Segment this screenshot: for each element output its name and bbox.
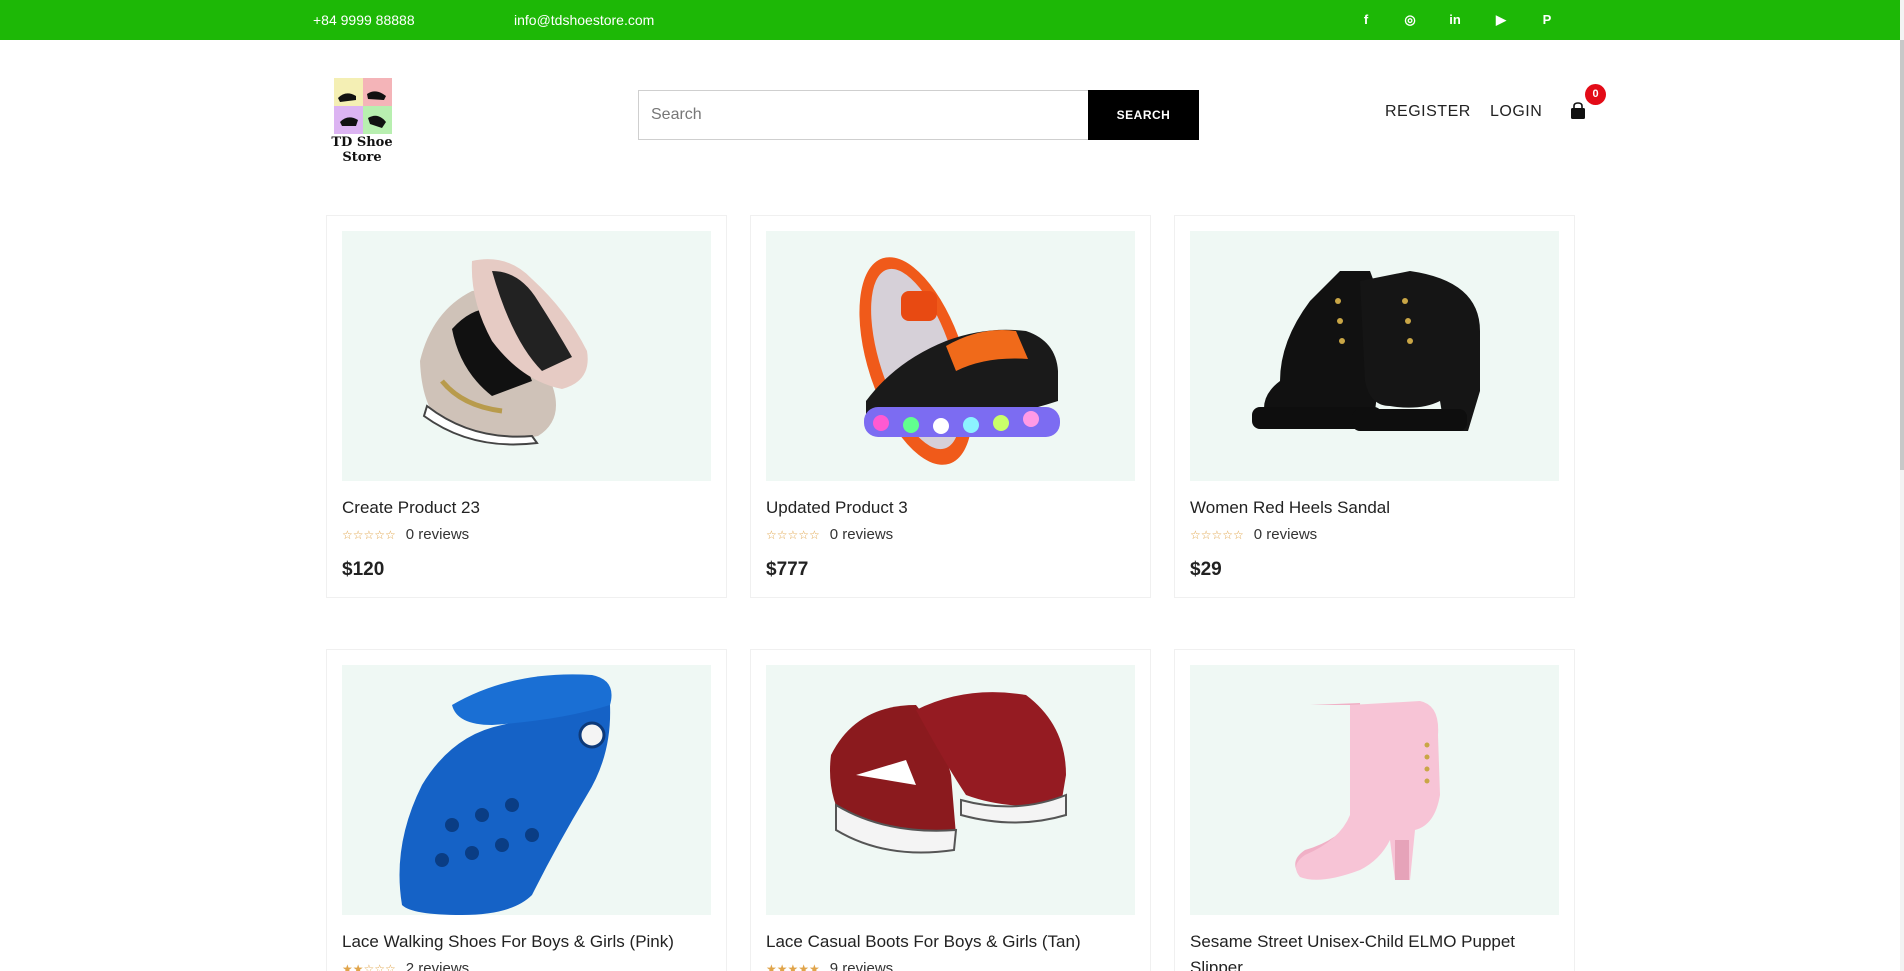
linkedin-icon[interactable]: in xyxy=(1444,9,1466,31)
product-title[interactable]: Lace Walking Shoes For Boys & Girls (Pin… xyxy=(342,929,712,955)
product-price: $120 xyxy=(342,559,385,580)
blue-clog-icon[interactable] xyxy=(342,665,711,915)
product-card[interactable]: Lace Casual Boots For Boys & Girls (Tan)… xyxy=(750,649,1151,971)
facebook-icon[interactable]: f xyxy=(1355,9,1377,31)
review-count: 0 reviews xyxy=(405,526,470,543)
product-card[interactable]: Women Red Heels Sandal ☆☆☆☆☆ 0 reviews $2… xyxy=(1174,215,1575,598)
logo-name: TD Shoe Store xyxy=(331,135,393,165)
product-rating: ☆☆☆☆☆ 0 reviews xyxy=(1190,526,1317,543)
review-count: 9 reviews xyxy=(829,960,894,971)
search-button[interactable]: SEARCH xyxy=(1088,90,1199,140)
star-rating-icon: ☆☆☆☆☆ xyxy=(1190,528,1244,542)
black-boot-icon[interactable] xyxy=(1190,231,1559,481)
register-link[interactable]: REGISTER xyxy=(1385,103,1471,121)
review-count: 2 reviews xyxy=(405,960,470,971)
review-count: 0 reviews xyxy=(1253,526,1318,543)
pink-boot-icon[interactable] xyxy=(1190,665,1559,915)
product-rating: ☆☆☆☆☆ 0 reviews xyxy=(342,526,469,543)
star-rating-icon: ☆☆☆☆☆ xyxy=(342,528,396,542)
star-rating-icon: ★★☆☆☆ xyxy=(342,962,396,971)
cart-count-badge: 0 xyxy=(1585,84,1606,105)
login-link[interactable]: LOGIN xyxy=(1490,103,1542,121)
roller-shoe-icon[interactable] xyxy=(766,231,1135,481)
product-card[interactable]: Sesame Street Unisex-Child ELMO Puppet S… xyxy=(1174,649,1575,971)
product-rating: ★★★★★ 9 reviews xyxy=(766,960,893,971)
product-title[interactable]: Sesame Street Unisex-Child ELMO Puppet S… xyxy=(1190,929,1560,971)
product-card[interactable]: Updated Product 3 ☆☆☆☆☆ 0 reviews $777 xyxy=(750,215,1151,598)
sneaker-icon[interactable] xyxy=(342,231,711,481)
star-rating-icon: ★★★★★ xyxy=(766,962,820,971)
red-sneaker-icon[interactable] xyxy=(766,665,1135,915)
product-title[interactable]: Women Red Heels Sandal xyxy=(1190,495,1560,521)
top-contact-bar: +84 9999 88888 info@tdshoestore.com f ◎ … xyxy=(0,0,1904,40)
pinterest-icon[interactable]: P xyxy=(1536,9,1558,31)
product-price: $777 xyxy=(766,559,809,580)
product-title[interactable]: Updated Product 3 xyxy=(766,495,1136,521)
product-title[interactable]: Lace Casual Boots For Boys & Girls (Tan) xyxy=(766,929,1136,955)
product-price: $29 xyxy=(1190,559,1222,580)
youtube-icon[interactable]: ▶ xyxy=(1490,9,1512,31)
product-card[interactable]: Lace Walking Shoes For Boys & Girls (Pin… xyxy=(326,649,727,971)
star-rating-icon: ☆☆☆☆☆ xyxy=(766,528,820,542)
product-rating: ☆☆☆☆☆ 0 reviews xyxy=(766,526,893,543)
instagram-icon[interactable]: ◎ xyxy=(1399,9,1421,31)
email-address[interactable]: info@tdshoestore.com xyxy=(514,12,654,28)
store-logo[interactable]: TD Shoe Store xyxy=(316,78,408,165)
search-input[interactable]: Search xyxy=(638,90,1088,140)
product-title[interactable]: Create Product 23 xyxy=(342,495,712,521)
logo-mark-icon xyxy=(334,78,392,134)
shopping-bag-icon[interactable] xyxy=(1570,102,1586,120)
review-count: 0 reviews xyxy=(829,526,894,543)
product-rating: ★★☆☆☆ 2 reviews xyxy=(342,960,469,971)
scrollbar-thumb[interactable] xyxy=(1900,40,1904,470)
product-card[interactable]: Create Product 23 ☆☆☆☆☆ 0 reviews $120 xyxy=(326,215,727,598)
phone-number: +84 9999 88888 xyxy=(313,12,415,28)
